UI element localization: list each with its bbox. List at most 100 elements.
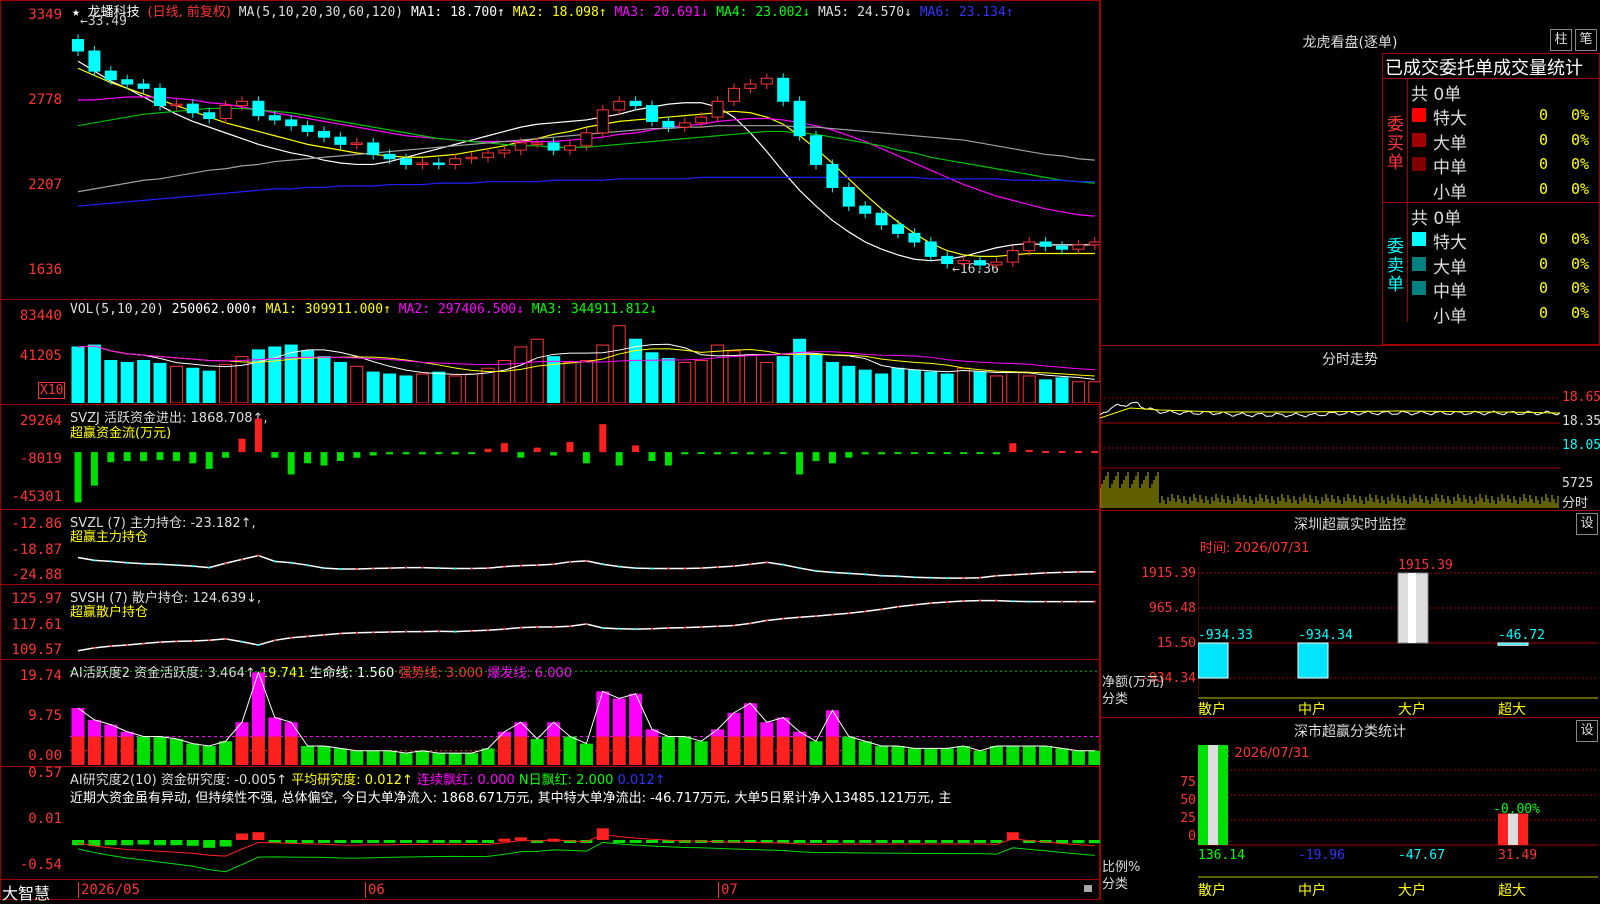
flow-bar (418, 452, 426, 455)
intraday-panel[interactable]: 分时走势 18.65 18.35 18.05 5725 分时 (1100, 345, 1600, 511)
sz-class-panel[interactable]: 深市超赢分类统计 设 时间: 2026/07/31 75 50 25 0 比例%… (1100, 717, 1600, 900)
research-bar (121, 840, 134, 846)
price-ytick: 3349 (28, 7, 62, 23)
holding-point (355, 568, 358, 571)
sz-class-settings-button[interactable]: 设 (1576, 720, 1598, 742)
svzj-pane[interactable]: SVZJ 活跃资金进出: 1868.708↑, 超赢资金流(万元) 29264 … (0, 405, 1100, 510)
flow-bar (271, 452, 279, 458)
svzl-chart[interactable] (70, 518, 1100, 583)
tick-mode-button[interactable]: 笔 (1575, 29, 1597, 51)
holding-point (618, 565, 621, 568)
holding-point (880, 608, 883, 611)
holding-point (487, 629, 489, 632)
volume-bar (120, 361, 134, 403)
holding-point (880, 574, 883, 577)
order-color-swatch (1412, 108, 1426, 122)
volume-bar (875, 373, 889, 403)
ai-research-v3: N日飘红: 2.000 (518, 773, 614, 788)
intraday-chart[interactable] (1100, 368, 1560, 508)
research-bar (613, 840, 626, 843)
sz-monitor-chart[interactable]: -934.33 散户 -934.34 中户 1915.39 大户 -46.72 超大 (1198, 536, 1598, 716)
ai-activity-pane[interactable]: AI活跃度2 资金活跃度: 3.464↑ 19.741 生命线: 1.560 强… (0, 660, 1100, 767)
candle (695, 116, 708, 124)
flow-bar (910, 452, 918, 455)
activity-bar (629, 736, 643, 765)
candle (842, 186, 855, 207)
holding-point (782, 563, 785, 566)
candle (137, 83, 150, 89)
price-ytick: 2207 (28, 177, 62, 193)
svsh-chart[interactable] (70, 593, 1100, 658)
sz-monitor-value-label: -934.34 (1298, 628, 1353, 643)
order-row-count: 0 (1539, 179, 1549, 198)
holding-point (241, 558, 243, 561)
svzj-chart[interactable] (70, 413, 1100, 508)
lock-icon[interactable] (1084, 885, 1092, 892)
candle (924, 241, 937, 257)
flow-bar (648, 452, 656, 462)
holding-point (929, 576, 932, 579)
candle (432, 162, 445, 166)
ai-research-v4: 0.012↑ (617, 773, 666, 788)
activity-bar (202, 746, 216, 765)
holding-point (1011, 600, 1014, 603)
holding-point (257, 644, 260, 646)
research-bar (367, 840, 380, 843)
svzl-ytick: -18.87 (11, 542, 62, 558)
holding-point (388, 631, 391, 633)
sz-monitor-value-label: 1915.39 (1398, 558, 1453, 573)
sz-monitor-category-label: 超大 (1498, 702, 1526, 716)
holding-point (979, 576, 981, 579)
bar-mode-button[interactable]: 柱 (1550, 29, 1572, 51)
ai-research-pane[interactable]: AI研究度2(10) 资金研究度: -0.005↑ 平均研究度: 0.012↑ … (0, 765, 1100, 880)
intraday-vol-unit: 分时 (1562, 496, 1589, 511)
candle (1006, 250, 1019, 263)
candle (547, 142, 560, 151)
candle (629, 100, 642, 107)
research-line (77, 841, 1095, 873)
candle (301, 125, 314, 132)
flow-bar (517, 452, 525, 458)
sz-monitor-panel[interactable]: 深圳超赢实时监控 设 时间: 2026/07/31 1915.39 965.48… (1100, 510, 1600, 717)
holding-point (437, 567, 440, 570)
holding-point (503, 565, 506, 568)
sz-class-ytick: 75 (1180, 775, 1196, 790)
flow-bar (1074, 451, 1082, 453)
svzj-ytick: -8019 (19, 451, 62, 467)
holding-point (651, 567, 653, 570)
sz-class-chart[interactable]: 136.14 散户 -19.96 中户 -47.67 大户 31.49 超大 -0.00% (1198, 741, 1598, 901)
order-row-count: 0 (1539, 254, 1549, 273)
price-chart[interactable] (70, 18, 1100, 298)
sz-monitor-settings-button[interactable]: 设 (1576, 513, 1598, 535)
research-bar (203, 840, 216, 848)
flow-bar (894, 452, 902, 455)
sz-monitor-category-label: 大户 (1398, 701, 1426, 716)
activity-bar (727, 712, 741, 737)
activity-bar (1088, 750, 1100, 765)
research-bar (449, 840, 462, 843)
flow-bar (943, 452, 951, 455)
vol-ytick: 41205 (19, 348, 62, 364)
sz-class-xlabel: 分类 (1102, 877, 1129, 892)
candle (203, 112, 216, 120)
ai-activity-chart[interactable] (70, 670, 1100, 765)
research-bar (924, 840, 937, 843)
volume-bar (219, 363, 233, 403)
research-bar (350, 840, 363, 843)
svsh-pane[interactable]: SVSH (7) 散户持仓: 124.639↓, 超赢散户持仓 125.97 1… (0, 585, 1100, 660)
volume-pane[interactable]: VOL(5,10,20) 250062.000↑ MA1: 309911.000… (0, 300, 1100, 405)
volume-bar (694, 360, 708, 403)
svzl-pane[interactable]: SVZL (7) 主力持仓: -23.182↑, 超赢主力持仓 -12.86 -… (0, 510, 1100, 585)
holding-point (913, 603, 916, 606)
activity-bar (924, 748, 938, 765)
research-bar (482, 840, 494, 843)
ai-research-chart[interactable] (70, 801, 1100, 879)
price-pane[interactable]: ★ 龙蟠科技 (日线, 前复权) MA(5,10,20,30,60,120) M… (0, 0, 1100, 300)
activity-bar (251, 736, 265, 765)
vol-ma3: MA3: 344911.812↓ (531, 302, 658, 317)
order-color-swatch (1412, 281, 1426, 295)
dragon-tiger-title: 龙虎看盘(逐单) (1302, 35, 1398, 51)
volume-chart[interactable] (70, 318, 1100, 403)
flow-bar (845, 452, 853, 458)
volume-bar (727, 350, 741, 403)
